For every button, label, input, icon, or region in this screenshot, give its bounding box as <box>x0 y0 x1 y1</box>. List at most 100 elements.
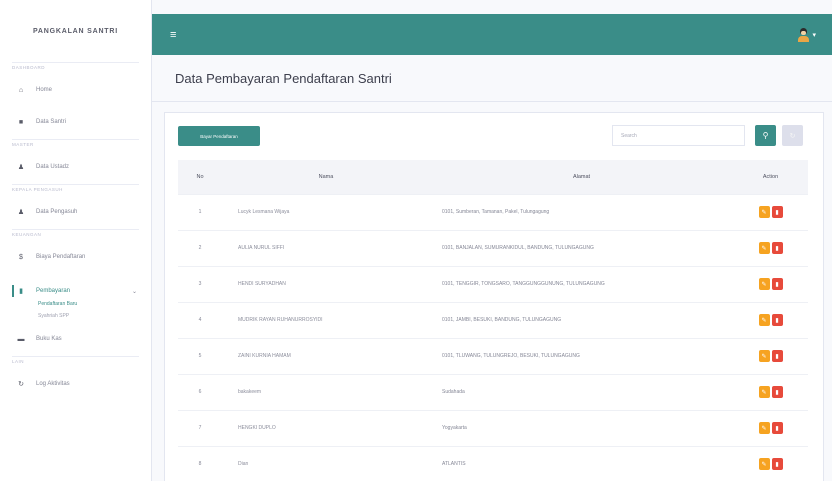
column-header-action: Action <box>733 160 808 194</box>
edit-button[interactable]: ✎ <box>758 314 770 326</box>
table-row: 2 AULIA NURUL SIFFI 0101, BANJALAN, SUMURA… <box>178 229 808 266</box>
cell-no: 6 <box>178 373 222 410</box>
row-actions: ✎ ▮ <box>758 278 783 290</box>
table-row: 3 HENDI SURYADHAN 0101, TENGGIR, TONGSARO,… <box>178 265 808 302</box>
sidebar-item-biaya-pendaftaran[interactable]: $ Biaya Pendaftaran <box>0 240 151 274</box>
cell-address: Yogyakarta <box>430 409 733 446</box>
trash-icon: ▮ <box>775 317 779 324</box>
page-title: Data Pembayaran Pendaftaran Santri <box>175 71 392 86</box>
edit-button[interactable]: ✎ <box>758 458 770 471</box>
add-payment-button[interactable]: Bayar Pendaftaran <box>178 126 260 146</box>
delete-button[interactable]: ▮ <box>771 242 783 254</box>
user-menu[interactable]: ▾ <box>798 27 816 42</box>
cell-name: HENDI SURYADHAN <box>222 265 430 302</box>
cell-actions: ✎ ▮ <box>733 193 808 230</box>
row-actions: ✎ ▮ <box>758 206 783 218</box>
sidebar-item-home[interactable]: ⌂ Home <box>0 73 151 107</box>
delete-button[interactable]: ▮ <box>771 206 783 218</box>
cell-actions: ✎ ▮ <box>733 265 808 302</box>
sidebar-item-label: Biaya Pendaftaran <box>36 254 86 260</box>
delete-button[interactable]: ▮ <box>771 386 783 398</box>
edit-button[interactable]: ✎ <box>758 242 770 254</box>
user-tie-icon: ♟ <box>17 209 25 216</box>
sidebar-item-buku-kas[interactable]: ▬ Buku Kas <box>0 322 151 356</box>
title-divider <box>152 101 832 102</box>
cell-name: bakakeem <box>222 373 430 410</box>
delete-button[interactable]: ▮ <box>771 458 783 471</box>
reset-button[interactable]: ↻ <box>782 125 803 146</box>
money-icon: $ <box>19 253 23 261</box>
sidebar-heading: KEPALA PENGASUH <box>12 187 63 192</box>
row-actions: ✎ ▮ <box>758 314 783 326</box>
history-icon: ↻ <box>18 381 24 388</box>
delete-button[interactable]: ▮ <box>771 350 783 362</box>
sidebar-item-data-pengasuh[interactable]: ♟ Data Pengasuh <box>0 195 151 229</box>
payments-table: No Nama Alamat Action 1 Lucyk Lesmana Wij… <box>178 160 808 481</box>
edit-button[interactable]: ✎ <box>758 386 770 398</box>
cell-address: Sudahada <box>430 373 733 410</box>
wallet-icon: ▮ <box>19 288 23 295</box>
sidebar-item-log-aktivitas[interactable]: ↻ Log Aktivitas <box>0 367 151 401</box>
column-header-no[interactable]: No <box>178 160 222 194</box>
cell-no: 7 <box>178 409 222 446</box>
users-icon: ♟ <box>17 164 25 171</box>
edit-icon: ✎ <box>761 245 767 252</box>
sidebar-item-label: Data Ustadz <box>36 164 70 170</box>
sidebar-heading: KEUANGAN <box>12 232 42 237</box>
sidebar-item-label: Home <box>36 87 53 93</box>
column-header-alamat[interactable]: Alamat <box>430 160 733 194</box>
book-icon: ▬ <box>17 335 25 343</box>
cell-name: Lucyk Lesmana Wijaya <box>222 193 430 230</box>
edit-icon: ✎ <box>761 317 767 324</box>
delete-button[interactable]: ▮ <box>771 278 783 290</box>
cell-no: 1 <box>178 193 222 230</box>
submenu-item-syahriah-spp[interactable]: Syahriah SPP <box>0 310 151 322</box>
trash-icon: ▮ <box>775 353 779 360</box>
sidebar-item-data-ustadz[interactable]: ♟ Data Ustadz <box>0 150 151 184</box>
delete-button[interactable]: ▮ <box>771 314 783 326</box>
edit-button[interactable]: ✎ <box>758 206 770 218</box>
cell-name: MUDRIK RAYAN RUHANURROSYIDI <box>222 301 430 338</box>
trash-icon: ▮ <box>775 425 779 432</box>
edit-button[interactable]: ✎ <box>758 350 770 362</box>
sidebar-heading: LAIN <box>12 359 25 364</box>
sidebar-item-data-santri[interactable]: ■ Data Santri <box>0 105 151 139</box>
sidebar-heading: MASTER <box>12 142 34 147</box>
cell-name: Dian <box>222 445 430 481</box>
trash-icon: ▮ <box>775 281 779 288</box>
cell-address: 0101, JAMBI, BESUKI, BANDUNG, TULUNGAGUN… <box>430 301 733 338</box>
cell-actions: ✎ ▮ <box>733 337 808 374</box>
search-button[interactable]: ⚲ <box>755 125 776 146</box>
edit-icon: ✎ <box>761 461 767 468</box>
sidebar-item-pembayaran[interactable]: ▮ Pembayaran ⌄ <box>0 274 151 308</box>
hamburger-menu-icon[interactable]: ≡ <box>170 29 176 41</box>
column-header-nama[interactable]: Nama <box>222 160 430 194</box>
cell-name: HENGKI DUPLO <box>222 409 430 446</box>
sidebar-item-label: Pembayaran <box>36 288 71 294</box>
edit-icon: ✎ <box>761 281 767 288</box>
search-icon: ⚲ <box>762 131 769 140</box>
edit-icon: ✎ <box>761 425 767 432</box>
table-body: 1 Lucyk Lesmana Wijaya 0101, Sumberan, Tam… <box>178 193 808 481</box>
cell-no: 8 <box>178 445 222 481</box>
table-row: 1 Lucyk Lesmana Wijaya 0101, Sumberan, Tam… <box>178 193 808 230</box>
refresh-icon: ↻ <box>789 132 796 140</box>
caret-down-icon[interactable]: ▾ <box>812 31 816 39</box>
cell-name: AULIA NURUL SIFFI <box>222 229 430 266</box>
sidebar-heading: DASHBOARD <box>12 65 46 70</box>
cell-address: ATLANTIS <box>430 445 733 481</box>
search-input[interactable] <box>612 125 745 146</box>
row-actions: ✎ ▮ <box>758 458 783 471</box>
delete-button[interactable]: ▮ <box>771 422 783 434</box>
chevron-down-icon[interactable]: ⌄ <box>132 288 137 295</box>
edit-button[interactable]: ✎ <box>758 278 770 290</box>
cell-address: 0101, TENGGIR, TONGSARO, TANGGUNGGUNUNG,… <box>430 265 733 302</box>
cell-address: 0101, Sumberan, Tamanan, Pakel, Tulungag… <box>430 193 733 230</box>
avatar-body <box>798 35 810 42</box>
sidebar: PANGKALAN SANTRI DASHBOARD ⌂ Home ■ Data… <box>0 0 152 481</box>
row-actions: ✎ ▮ <box>758 386 783 398</box>
brand-logo-text[interactable]: PANGKALAN SANTRI <box>0 0 151 62</box>
trash-icon: ▮ <box>775 245 779 252</box>
edit-button[interactable]: ✎ <box>758 422 770 434</box>
avatar[interactable] <box>798 27 810 42</box>
